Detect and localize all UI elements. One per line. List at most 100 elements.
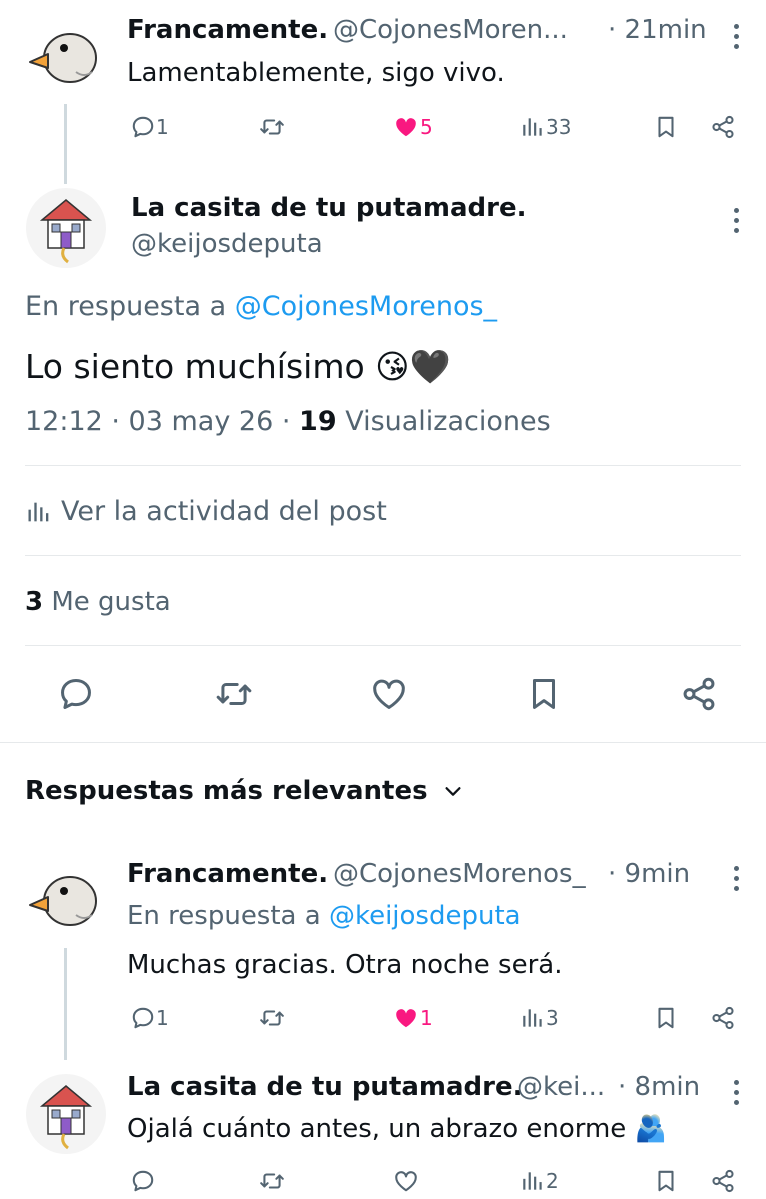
post-time[interactable]: · 9min: [608, 859, 690, 889]
post-time[interactable]: · 21min: [608, 15, 707, 45]
divider: [25, 555, 741, 556]
post-timestamp[interactable]: 12:12 · 03 may 26 ·: [25, 406, 290, 437]
share-icon: [679, 675, 719, 713]
retweet-icon: [258, 1005, 286, 1031]
views-icon: [520, 1168, 546, 1194]
author-name[interactable]: La casita de tu putamadre.: [127, 1072, 523, 1102]
bird-avatar-icon: [26, 857, 106, 937]
author-handle[interactable]: @keijosdeputa: [131, 229, 323, 259]
reply-icon: [130, 1005, 156, 1031]
views-count: 2: [546, 1169, 559, 1193]
share-icon: [709, 1005, 737, 1031]
author-handle[interactable]: @kei...: [517, 1072, 605, 1102]
house-avatar-icon: [26, 1074, 106, 1154]
bird-avatar-icon: [26, 14, 106, 94]
heart-filled-icon: [392, 114, 420, 140]
views-button[interactable]: 33: [520, 114, 571, 140]
like-count: 1: [420, 1006, 433, 1030]
post-text: Ojalá cuánto antes, un abrazo enorme 🫂: [127, 1114, 667, 1144]
more-options-icon[interactable]: [734, 866, 742, 896]
like-button[interactable]: [392, 1168, 420, 1194]
retweet-button[interactable]: [214, 675, 254, 713]
author-handle[interactable]: @CojonesMoren...: [333, 15, 568, 45]
bookmark-icon: [525, 675, 563, 713]
views-count: 3: [546, 1006, 559, 1030]
author-name[interactable]: Francamente.: [127, 859, 328, 889]
avatar[interactable]: [26, 1074, 106, 1154]
share-button[interactable]: [709, 1005, 737, 1031]
views-count: 33: [546, 115, 572, 139]
sort-replies-dropdown[interactable]: Respuestas más relevantes: [25, 776, 464, 806]
analytics-icon: [25, 498, 53, 526]
reply-icon: [130, 114, 156, 140]
like-button[interactable]: 5: [392, 114, 433, 140]
retweet-button[interactable]: [258, 1168, 286, 1194]
author-name[interactable]: Francamente.: [127, 15, 328, 45]
views-icon: [520, 114, 546, 140]
bookmark-icon: [653, 1168, 679, 1194]
post-meta: 12:12 · 03 may 26 · 19 Visualizaciones: [25, 406, 551, 437]
retweet-icon: [258, 1168, 286, 1194]
share-button[interactable]: [679, 675, 719, 713]
post-activity-label: Ver la actividad del post: [61, 496, 387, 527]
chevron-down-icon: [445, 787, 461, 796]
share-icon: [709, 114, 737, 140]
post-text: Muchas gracias. Otra noche será.: [127, 950, 563, 980]
reply-button[interactable]: 1: [130, 1005, 169, 1031]
reply-context-prefix: En respuesta a: [25, 291, 227, 322]
likes-summary[interactable]: 3 Me gusta: [25, 587, 171, 617]
like-button[interactable]: [369, 675, 409, 713]
reply-context-prefix: En respuesta a: [127, 901, 321, 931]
avatar[interactable]: [26, 14, 106, 94]
bookmark-button[interactable]: [653, 114, 679, 140]
heart-icon: [392, 1168, 420, 1194]
share-button[interactable]: [709, 114, 737, 140]
reply-icon: [130, 1168, 156, 1194]
author-handle[interactable]: @CojonesMorenos_: [333, 859, 586, 889]
author-name[interactable]: La casita de tu putamadre.: [131, 193, 527, 223]
likes-label: Me gusta: [51, 587, 171, 617]
post-text: Lamentablemente, sigo vivo.: [127, 58, 505, 88]
share-button[interactable]: [709, 1168, 737, 1194]
divider: [25, 645, 741, 646]
bookmark-icon: [653, 1005, 679, 1031]
reply-count: 1: [156, 1006, 169, 1030]
divider: [25, 465, 741, 466]
post-text: Lo siento muchísimo 😘🖤: [25, 347, 451, 386]
reply-button[interactable]: [57, 675, 95, 713]
reply-to-link[interactable]: @CojonesMorenos_: [235, 291, 497, 322]
post-activity-link[interactable]: Ver la actividad del post: [25, 496, 387, 527]
views-button[interactable]: 3: [520, 1005, 559, 1031]
reply-icon: [57, 675, 95, 713]
share-icon: [709, 1168, 737, 1194]
reply-to-link[interactable]: @keijosdeputa: [329, 901, 521, 931]
post-time[interactable]: · 8min: [618, 1072, 700, 1102]
reply-count: 1: [156, 115, 169, 139]
reply-button[interactable]: 1: [130, 114, 169, 140]
sort-label: Respuestas más relevantes: [25, 776, 428, 806]
reply-button[interactable]: [130, 1168, 156, 1194]
bookmark-button[interactable]: [653, 1168, 679, 1194]
house-avatar-icon: [26, 188, 106, 268]
views-label: Visualizaciones: [345, 406, 551, 437]
bookmark-button[interactable]: [525, 675, 563, 713]
views-button[interactable]: 2: [520, 1168, 559, 1194]
reply-context: En respuesta a @CojonesMorenos_: [25, 291, 497, 322]
divider: [0, 742, 766, 743]
retweet-icon: [258, 114, 286, 140]
retweet-icon: [214, 675, 254, 713]
views-count: 19: [299, 406, 337, 437]
thread-line: [64, 948, 67, 1060]
more-options-icon[interactable]: [734, 208, 742, 238]
bookmark-button[interactable]: [653, 1005, 679, 1031]
heart-icon: [369, 675, 409, 713]
more-options-icon[interactable]: [734, 24, 742, 54]
thread-line: [64, 104, 67, 184]
retweet-button[interactable]: [258, 1005, 286, 1031]
avatar[interactable]: [26, 857, 106, 937]
like-button[interactable]: 1: [392, 1005, 433, 1031]
more-options-icon[interactable]: [734, 1080, 742, 1110]
avatar[interactable]: [26, 188, 106, 268]
reply-context: En respuesta a @keijosdeputa: [127, 901, 521, 931]
retweet-button[interactable]: [258, 114, 286, 140]
